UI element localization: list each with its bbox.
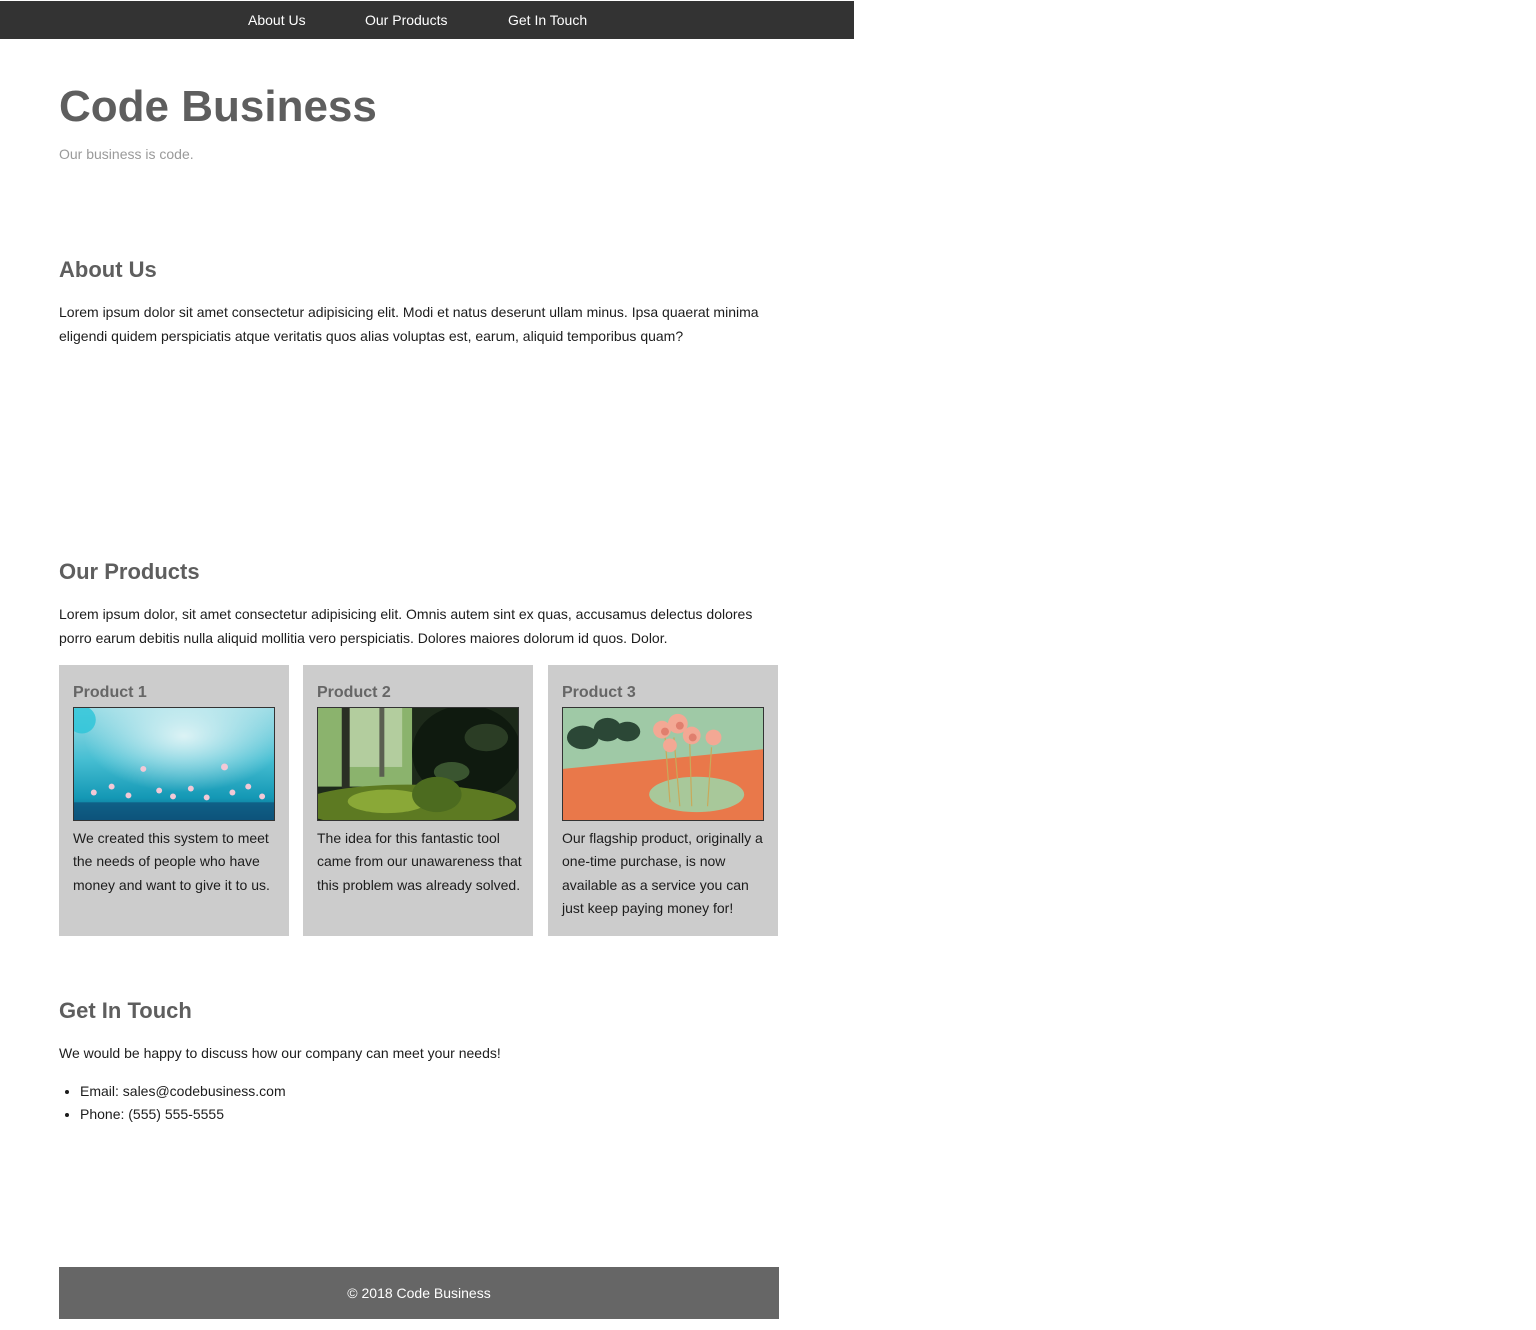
- footer: © 2018 Code Business: [59, 1267, 779, 1319]
- contact-list: Email: sales@codebusiness.com Phone: (55…: [59, 1080, 286, 1126]
- about-heading: About Us: [59, 257, 157, 282]
- nav-link-about[interactable]: About Us: [248, 1, 306, 39]
- product-description: We created this system to meet the needs…: [73, 830, 270, 893]
- products-text: Lorem ipsum dolor, sit amet consectetur …: [59, 606, 753, 646]
- site-title: Code Business: [59, 82, 377, 131]
- product-title: Product 1: [73, 684, 147, 701]
- nav-link-contact[interactable]: Get In Touch: [508, 1, 587, 39]
- product-title: Product 3: [562, 684, 636, 701]
- contact-text: We would be happy to discuss how our com…: [59, 1045, 501, 1061]
- about-text: Lorem ipsum dolor sit amet consectetur a…: [59, 304, 759, 344]
- product-card: Product 1 We created this system to meet…: [59, 665, 289, 936]
- contact-email: Email: sales@codebusiness.com: [80, 1080, 286, 1103]
- product-card: Product 3 Our flagship product, original…: [548, 665, 778, 936]
- product-image-forest-moss: [317, 707, 519, 821]
- products-grid: Product 1 We created this system to meet…: [59, 665, 779, 936]
- product-title: Product 2: [317, 684, 391, 701]
- page: About Us Our Products Get In Touch Code …: [0, 0, 1536, 1330]
- top-nav: About Us Our Products Get In Touch: [0, 1, 854, 39]
- product-image-pink-flowers: [562, 707, 764, 821]
- product-description: Our flagship product, originally a one-t…: [562, 830, 763, 916]
- footer-copyright: © 2018 Code Business: [347, 1285, 491, 1301]
- contact-heading: Get In Touch: [59, 998, 192, 1023]
- product-description: The idea for this fantastic tool came fr…: [317, 830, 522, 893]
- product-image-blue-flowers: [73, 707, 275, 821]
- products-heading: Our Products: [59, 559, 200, 584]
- nav-link-products[interactable]: Our Products: [365, 1, 447, 39]
- site-tagline: Our business is code.: [59, 146, 194, 162]
- contact-phone: Phone: (555) 555-5555: [80, 1103, 286, 1126]
- product-card: Product 2 The idea for this fantastic to…: [303, 665, 533, 936]
